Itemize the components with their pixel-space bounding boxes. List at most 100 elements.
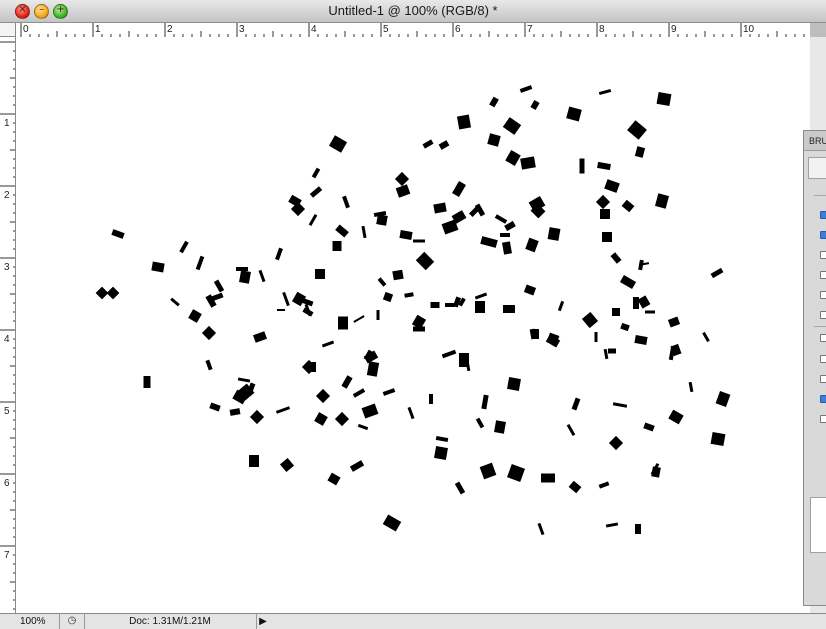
brush-mark — [275, 247, 283, 261]
brush-mark — [309, 186, 323, 198]
brush-option-checkbox[interactable] — [820, 355, 826, 363]
brush-mark — [634, 146, 646, 158]
brush-mark — [600, 209, 610, 219]
ruler-label: 5 — [383, 24, 389, 35]
panel-divider — [814, 326, 826, 327]
brush-mark — [151, 261, 165, 273]
ruler-label: 3 — [4, 262, 10, 273]
brush-mark — [598, 88, 612, 96]
brush-mark — [361, 403, 379, 419]
ruler-label: 2 — [4, 190, 10, 201]
brush-mark — [332, 241, 342, 251]
clock-icon[interactable]: ◷ — [66, 616, 78, 626]
brush-mark — [505, 150, 521, 166]
brush-mark — [239, 270, 251, 284]
brush-mark — [612, 308, 620, 316]
brush-mark — [494, 420, 506, 434]
brush-option-checkbox[interactable] — [820, 334, 826, 342]
brush-mark — [566, 424, 576, 436]
brush-mark — [321, 340, 335, 348]
ruler-label: 8 — [599, 24, 605, 35]
brushes-panel-tab[interactable]: BRU — [804, 131, 826, 151]
brush-mark — [435, 435, 449, 443]
brush-mark — [352, 388, 366, 398]
brush-mark — [441, 349, 457, 359]
brush-option-checkbox[interactable] — [820, 395, 826, 403]
ruler-label: 4 — [4, 334, 10, 345]
brush-mark — [249, 455, 259, 467]
brush-mark — [503, 305, 515, 313]
status-menu-arrow-icon[interactable]: ▶ — [256, 614, 269, 629]
brush-option-checkbox[interactable] — [820, 311, 826, 319]
brush-mark — [277, 309, 285, 311]
brush-mark — [502, 241, 512, 255]
brush-mark — [341, 375, 353, 389]
brush-mark — [445, 303, 455, 307]
brush-mark — [500, 233, 510, 237]
brush-mark — [668, 409, 684, 425]
brush-mark — [209, 402, 221, 412]
brush-mark — [95, 286, 109, 300]
brush-mark — [438, 140, 450, 150]
brush-presets-button[interactable] — [808, 157, 826, 179]
brush-mark — [434, 446, 448, 460]
brush-mark — [415, 251, 435, 271]
brushes-panel[interactable]: BRU — [803, 130, 826, 606]
ruler-label: 1 — [95, 24, 101, 35]
brush-mark — [456, 114, 472, 130]
brush-mark — [604, 179, 620, 193]
brush-mark — [598, 481, 610, 489]
brush-option-checkbox[interactable] — [820, 291, 826, 299]
brush-mark — [568, 480, 582, 494]
status-bar: 100% ◷ Doc: 1.31M/1.21M ▶ — [0, 613, 826, 629]
brush-mark — [656, 91, 672, 107]
horizontal-ruler[interactable]: 0 1 2 3 4 5 6 7 8 9 10 — [16, 23, 810, 38]
brush-mark — [334, 411, 350, 427]
brush-mark — [710, 431, 726, 447]
brush-mark — [655, 193, 669, 209]
brush-option-checkbox[interactable] — [820, 271, 826, 279]
brush-mark — [507, 377, 521, 391]
brush-mark — [314, 412, 328, 426]
ruler-origin[interactable] — [0, 23, 16, 37]
brush-mark — [603, 348, 609, 360]
brush-option-checkbox[interactable] — [820, 375, 826, 383]
brush-mark — [619, 275, 637, 289]
brush-mark — [335, 224, 349, 238]
brush-option-checkbox[interactable] — [820, 231, 826, 239]
brush-mark — [597, 161, 611, 171]
brush-mark — [170, 297, 180, 307]
brush-stroke-preview — [810, 497, 826, 553]
brush-mark — [643, 422, 655, 432]
document-canvas[interactable] — [16, 37, 810, 613]
brush-mark — [637, 295, 651, 309]
ruler-label: 7 — [527, 24, 533, 35]
brush-mark — [413, 239, 425, 243]
document-title: Untitled-1 @ 100% (RGB/8) * — [328, 3, 498, 18]
brush-option-checkbox[interactable] — [820, 251, 826, 259]
brush-mark — [382, 514, 402, 532]
brush-mark — [602, 232, 612, 242]
brush-mark — [688, 381, 694, 393]
zoom-level-field[interactable]: 100% — [0, 614, 60, 629]
brush-mark — [594, 332, 598, 342]
document-size-info[interactable]: Doc: 1.31M/1.21M — [84, 614, 255, 629]
brush-option-checkbox[interactable] — [820, 415, 826, 423]
brush-mark — [392, 269, 404, 281]
brush-strokes-artwork — [95, 85, 731, 536]
ruler-label: 4 — [311, 24, 317, 35]
brush-mark — [275, 406, 291, 414]
brush-mark — [702, 331, 710, 343]
brush-mark — [481, 394, 489, 410]
brush-mark — [258, 269, 266, 283]
ruler-label: 6 — [455, 24, 461, 35]
brush-mark — [252, 331, 268, 343]
window-title-bar[interactable]: × – + Untitled-1 @ 100% (RGB/8) * — [0, 0, 826, 23]
brush-mark — [308, 214, 318, 226]
brush-mark — [279, 457, 295, 473]
brush-mark — [237, 377, 251, 383]
brush-option-checkbox[interactable] — [820, 211, 826, 219]
brush-mark — [475, 417, 485, 429]
brush-mark — [377, 277, 387, 287]
vertical-ruler[interactable]: 1 2 3 4 5 6 7 — [0, 37, 16, 613]
